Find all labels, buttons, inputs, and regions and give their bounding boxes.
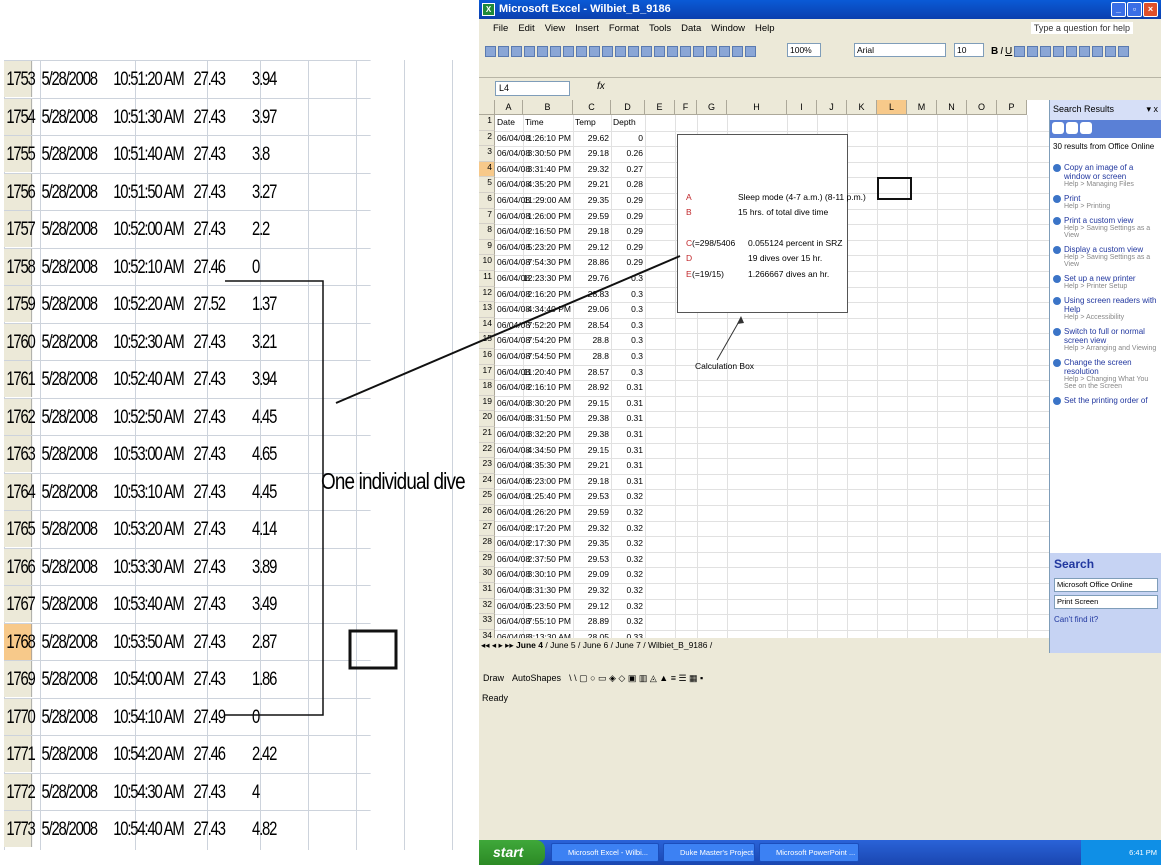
connector-line bbox=[335, 255, 681, 404]
highlight-rect-large bbox=[348, 629, 398, 670]
dive-bracket bbox=[225, 280, 324, 716]
annotation-overlay bbox=[225, 255, 681, 716]
